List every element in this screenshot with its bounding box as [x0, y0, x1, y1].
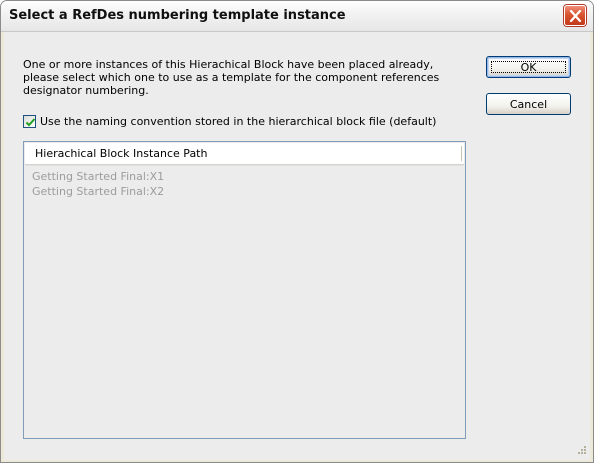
- list-item[interactable]: Getting Started Final:X2: [32, 184, 164, 199]
- naming-convention-option[interactable]: Use the naming convention stored in the …: [23, 114, 436, 128]
- close-icon: [569, 10, 582, 22]
- naming-convention-checkbox[interactable]: [23, 114, 36, 128]
- naming-convention-label[interactable]: Use the naming convention stored in the …: [40, 115, 436, 128]
- column-header-label: Hierachical Block Instance Path: [35, 147, 208, 160]
- column-divider[interactable]: [461, 146, 463, 161]
- cancel-button[interactable]: Cancel: [486, 93, 571, 115]
- focus-rectangle: [491, 61, 566, 73]
- instructions-line: designator numbering.: [23, 84, 149, 97]
- title-bar[interactable]: Select a RefDes numbering template insta…: [1, 1, 593, 32]
- list-item[interactable]: Getting Started Final:X1: [32, 169, 164, 184]
- list-rows: Getting Started Final:X1 Getting Started…: [32, 169, 164, 199]
- checkmark-icon: [25, 117, 36, 126]
- close-button[interactable]: [564, 5, 586, 26]
- list-column-header[interactable]: Hierachical Block Instance Path: [25, 143, 464, 165]
- dialog-body: One or more instances of this Hierachica…: [4, 32, 590, 460]
- cancel-button-label: Cancel: [509, 97, 548, 111]
- instance-list[interactable]: Hierachical Block Instance Path Getting …: [23, 141, 466, 439]
- dialog-window: Select a RefDes numbering template insta…: [0, 0, 594, 463]
- instructions-text: One or more instances of this Hierachica…: [23, 58, 473, 97]
- instructions-line: please select which one to use as a temp…: [23, 71, 440, 84]
- resize-grip-icon[interactable]: [575, 445, 587, 457]
- ok-button[interactable]: OK: [486, 56, 571, 78]
- instructions-line: One or more instances of this Hierachica…: [23, 58, 434, 71]
- window-title: Select a RefDes numbering template insta…: [9, 8, 346, 23]
